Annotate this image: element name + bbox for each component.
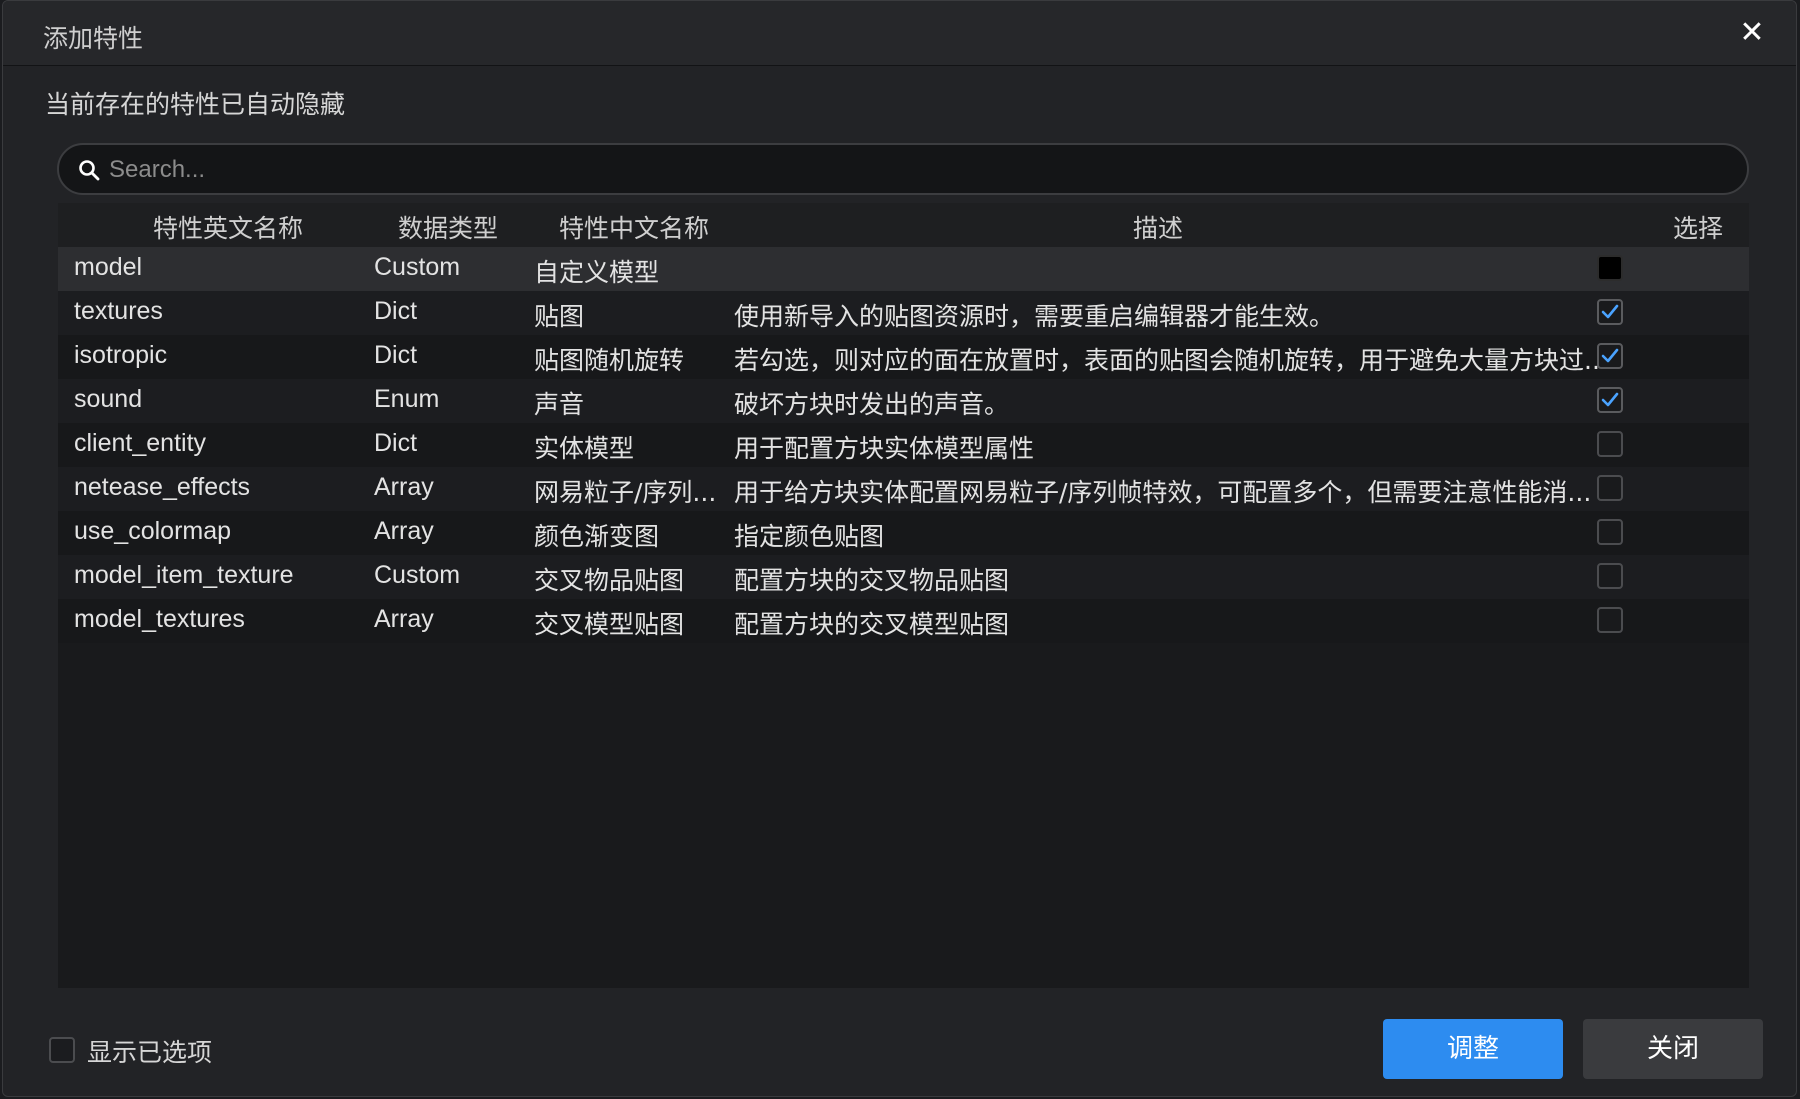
checkmark-icon <box>1601 304 1619 319</box>
row-select-checkbox[interactable] <box>1597 255 1623 281</box>
cell-data-type: Dict <box>374 341 418 369</box>
cell-data-type: Array <box>374 605 434 633</box>
cell-name-cn: 声音 <box>534 390 585 419</box>
cell-name-en: model <box>74 253 143 281</box>
cell-name-cn: 实体模型 <box>534 434 635 463</box>
add-trait-dialog: 添加特性 ✕ 当前存在的特性已自动隐藏 特性英文名称 数据类型 特性中文名称 描… <box>2 0 1797 1097</box>
header-data-type: 数据类型 <box>397 214 498 243</box>
dialog-titlebar: 添加特性 ✕ <box>3 1 1796 66</box>
cell-name-en: model_item_texture <box>74 561 294 589</box>
show-selected-checkbox[interactable] <box>49 1037 75 1063</box>
cell-data-type: Dict <box>374 297 418 325</box>
row-select-checkbox[interactable] <box>1597 387 1623 413</box>
cell-data-type: Custom <box>374 253 461 281</box>
cell-data-type: Enum <box>374 385 440 413</box>
cell-name-cn: 贴图 <box>534 302 585 331</box>
cell-description: 指定颜色贴图 <box>734 522 885 551</box>
cell-name-cn: 贴图随机旋转 <box>534 346 685 375</box>
row-select-checkbox[interactable] <box>1597 343 1623 369</box>
cell-description: 用于配置方块实体模型属性 <box>734 434 1035 463</box>
table-row[interactable]: model_textures Array 交叉模型贴图 配置方块的交叉模型贴图 <box>58 599 1749 643</box>
row-select-checkbox[interactable] <box>1597 431 1623 457</box>
row-select-checkbox[interactable] <box>1597 299 1623 325</box>
cell-data-type: Custom <box>374 561 461 589</box>
cell-name-cn: 颜色渐变图 <box>534 522 660 551</box>
close-button[interactable]: 关闭 <box>1583 1019 1763 1079</box>
cell-name-en: model_textures <box>74 605 245 633</box>
cell-description: 使用新导入的贴图资源时，需要重启编辑器才能生效。 <box>734 302 1335 331</box>
hidden-traits-notice: 当前存在的特性已自动隐藏 <box>45 90 346 119</box>
header-name-cn: 特性中文名称 <box>558 214 709 243</box>
cell-name-en: isotropic <box>74 341 168 369</box>
dialog-title: 添加特性 <box>43 24 144 53</box>
table-row[interactable]: sound Enum 声音 破坏方块时发出的声音。 <box>58 379 1749 423</box>
header-name-en: 特性英文名称 <box>152 214 303 243</box>
row-select-checkbox[interactable] <box>1597 563 1623 589</box>
cell-name-en: textures <box>74 297 163 325</box>
cell-name-cn: 网易粒子/序列... <box>534 478 717 507</box>
cell-description: 配置方块的交叉物品贴图 <box>734 566 1010 595</box>
table-row[interactable]: isotropic Dict 贴图随机旋转 若勾选，则对应的面在放置时，表面的贴图会随… <box>58 335 1749 379</box>
search-input[interactable] <box>107 151 1711 189</box>
table-row[interactable]: textures Dict 贴图 使用新导入的贴图资源时，需要重启编辑器才能生效。 <box>58 291 1749 335</box>
table-header: 特性英文名称 数据类型 特性中文名称 描述 选择 <box>58 203 1749 247</box>
cell-name-en: netease_effects <box>74 473 251 501</box>
header-select: 选择 <box>1672 214 1723 243</box>
search-icon <box>79 160 100 181</box>
adjust-button[interactable]: 调整 <box>1383 1019 1563 1079</box>
checkmark-icon <box>1601 348 1619 363</box>
cell-name-cn: 交叉模型贴图 <box>534 610 685 639</box>
row-select-checkbox[interactable] <box>1597 475 1623 501</box>
table-row[interactable]: client_entity Dict 实体模型 用于配置方块实体模型属性 <box>58 423 1749 467</box>
cell-name-en: sound <box>74 385 143 413</box>
row-select-checkbox[interactable] <box>1597 607 1623 633</box>
row-select-checkbox[interactable] <box>1597 519 1623 545</box>
close-icon[interactable]: ✕ <box>1734 15 1770 51</box>
table-row[interactable]: model_item_texture Custom 交叉物品贴图 配置方块的交叉物品贴… <box>58 555 1749 599</box>
cell-data-type: Dict <box>374 429 418 457</box>
search-box <box>57 143 1749 195</box>
cell-description: 用于给方块实体配置网易粒子/序列帧特效，可配置多个，但需要注意性能消... <box>734 478 1592 507</box>
table-row[interactable]: netease_effects Array 网易粒子/序列... 用于给方块实体配置网… <box>58 467 1749 511</box>
cell-name-en: use_colormap <box>74 517 232 545</box>
cell-name-cn: 自定义模型 <box>534 258 660 287</box>
traits-table: 特性英文名称 数据类型 特性中文名称 描述 选择 model Custom 自定义模… <box>58 203 1749 988</box>
cell-description: 破坏方块时发出的声音。 <box>734 390 1010 419</box>
cell-description: 若勾选，则对应的面在放置时，表面的贴图会随机旋转，用于避免大量方块过... <box>734 346 1608 375</box>
table-row[interactable]: use_colormap Array 颜色渐变图 指定颜色贴图 <box>58 511 1749 555</box>
cell-data-type: Array <box>374 517 434 545</box>
cell-data-type: Array <box>374 473 434 501</box>
cell-name-en: client_entity <box>74 429 207 457</box>
table-row[interactable]: model Custom 自定义模型 <box>58 247 1749 291</box>
cell-description: 配置方块的交叉模型贴图 <box>734 610 1010 639</box>
header-description: 描述 <box>1132 214 1183 243</box>
cell-name-cn: 交叉物品贴图 <box>534 566 685 595</box>
show-selected-label: 显示已选项 <box>87 1038 213 1067</box>
checkmark-icon <box>1601 392 1619 407</box>
